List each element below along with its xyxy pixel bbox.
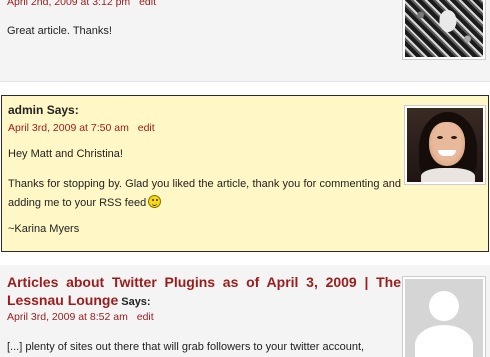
comment-meta: April 3rd, 2009 at 7:50 am edit — [8, 122, 155, 134]
comment-1: April 2nd, 2009 at 3:12 pm edit Great ar… — [0, 0, 490, 82]
comment-meta: April 3rd, 2009 at 8:52 am edit — [7, 311, 154, 323]
edit-link[interactable]: edit — [139, 0, 156, 8]
default-avatar — [402, 276, 486, 357]
comment-body: [...] plenty of sites out there that wil… — [7, 341, 365, 353]
comment-signature: ~Karina Myers — [8, 223, 80, 235]
comment-date-link[interactable]: April 2nd, 2009 at 3:12 pm — [7, 0, 130, 8]
comment-date-link[interactable]: April 3rd, 2009 at 7:50 am — [8, 122, 129, 134]
avatar — [404, 105, 486, 185]
comment-author: Articles about Twitter Plugins as of Apr… — [7, 273, 401, 311]
edit-link[interactable]: edit — [138, 122, 155, 134]
comment-paragraph-text: Thanks for stopping by. Glad you liked t… — [8, 178, 401, 209]
comment-paragraph: Hey Matt and Christina! — [8, 148, 123, 160]
pingback-title-link[interactable]: Articles about Twitter Plugins as of Apr… — [7, 274, 401, 308]
comment-date-link[interactable]: April 3rd, 2009 at 8:52 am — [7, 311, 128, 323]
smiley-icon — [148, 195, 162, 208]
comment-meta: April 2nd, 2009 at 3:12 pm edit — [7, 0, 156, 8]
comment-2-admin: admin Says: April 3rd, 2009 at 7:50 am e… — [1, 95, 489, 252]
avatar — [402, 0, 486, 60]
says-label: Says: — [121, 296, 151, 308]
comment-3-pingback: Articles about Twitter Plugins as of Apr… — [0, 265, 490, 357]
author-name: admin — [8, 103, 44, 117]
says-label: Says: — [46, 103, 79, 117]
comment-paragraph: Thanks for stopping by. Glad you liked t… — [8, 175, 401, 213]
comment-body: Great article. Thanks! — [7, 25, 112, 37]
edit-link[interactable]: edit — [137, 311, 154, 323]
comment-author: admin Says: — [8, 103, 79, 117]
